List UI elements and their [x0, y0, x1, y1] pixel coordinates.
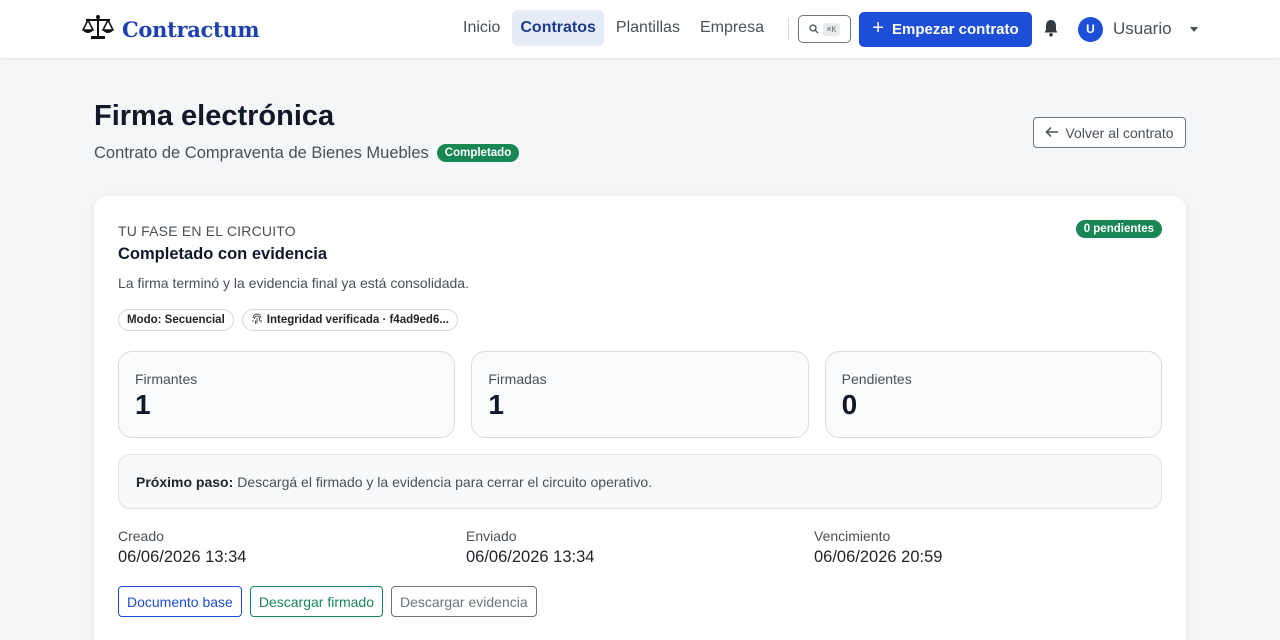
integrity-chip: Integridad verificada · f4ad9ed6... — [241, 309, 458, 331]
next-step-banner: Próximo paso: Descargá el firmado y la e… — [118, 454, 1162, 509]
stats-row: Firmantes 1 Firmadas 1 Pendientes 0 — [118, 351, 1162, 438]
stat-label: Firmadas — [488, 371, 547, 387]
back-label: Volver al contrato — [1065, 124, 1174, 141]
mode-chip: Modo: Secuencial — [118, 309, 234, 331]
stat-label: Pendientes — [841, 371, 912, 387]
start-contract-button[interactable]: + Empezar contrato — [859, 12, 1032, 47]
stat-value: 0 — [841, 389, 858, 420]
signature-card: TU FASE EN EL CIRCUITO 0 pendientes Comp… — [94, 196, 1186, 640]
nav-empresa[interactable]: Empresa — [692, 10, 772, 46]
search-button[interactable]: ⌘K — [798, 15, 851, 43]
pending-badge: 0 pendientes — [1075, 220, 1162, 238]
nav-inicio[interactable]: Inicio — [455, 10, 508, 46]
brand-name: Contractum — [122, 16, 260, 42]
back-to-contract-button[interactable]: Volver al contrato — [1033, 117, 1186, 148]
contract-name: Contrato de Compraventa de Bienes Mueble… — [94, 143, 429, 162]
page-title: Firma electrónica — [94, 100, 335, 132]
start-contract-label: Empezar contrato — [891, 21, 1019, 38]
date-value: 06/06/2026 13:34 — [466, 548, 595, 566]
phase-label: TU FASE EN EL CIRCUITO — [118, 223, 296, 239]
phase-title: Completado con evidencia — [118, 245, 328, 263]
info-chips: Modo: Secuencial Integridad verificada ·… — [118, 309, 458, 331]
nav-divider — [788, 18, 789, 40]
date-value: 06/06/2026 20:59 — [814, 548, 943, 566]
chevron-down-icon — [1189, 26, 1198, 32]
base-document-button[interactable]: Documento base — [118, 586, 242, 617]
mode-chip-label: Modo: Secuencial — [127, 314, 225, 326]
phase-description: La firma terminó y la evidencia final ya… — [118, 275, 469, 291]
plus-icon: + — [872, 17, 884, 39]
status-badge: Completado — [436, 144, 520, 162]
search-shortcut: ⌘K — [822, 22, 841, 36]
next-step-label: Próximo paso: — [136, 473, 234, 490]
nav-contratos[interactable]: Contratos — [512, 10, 604, 46]
date-sent: Enviado 06/06/2026 13:34 — [466, 528, 814, 572]
stat-value: 1 — [488, 389, 504, 420]
stat-label: Firmantes — [135, 371, 198, 387]
stat-value: 1 — [135, 389, 151, 420]
stat-signed: Firmadas 1 — [471, 351, 809, 438]
stat-pending: Pendientes 0 — [824, 351, 1162, 438]
scales-icon — [81, 14, 115, 45]
date-label: Vencimiento — [814, 528, 891, 544]
page-subtitle-row: Contrato de Compraventa de Bienes Mueble… — [94, 142, 520, 164]
date-expiry: Vencimiento 06/06/2026 20:59 — [814, 528, 1162, 572]
brand-logo[interactable]: Contractum — [81, 14, 260, 45]
date-label: Enviado — [466, 528, 517, 544]
arrow-left-icon — [1045, 125, 1059, 141]
bell-icon[interactable] — [1041, 18, 1061, 38]
date-label: Creado — [118, 528, 164, 544]
download-signed-button[interactable]: Descargar firmado — [249, 586, 383, 617]
nav-plantillas[interactable]: Plantillas — [608, 10, 688, 46]
search-icon — [809, 22, 819, 37]
dates-row: Creado 06/06/2026 13:34 Enviado 06/06/20… — [118, 528, 1162, 572]
user-name: Usuario — [1113, 19, 1172, 38]
avatar: U — [1078, 16, 1103, 42]
date-created: Creado 06/06/2026 13:34 — [118, 528, 466, 572]
navbar: Contractum Inicio Contratos Plantillas E… — [0, 0, 1280, 58]
user-menu[interactable]: U Usuario — [1078, 16, 1198, 42]
stat-signers: Firmantes 1 — [118, 351, 456, 438]
integrity-chip-label: Integridad verificada · f4ad9ed6... — [266, 314, 449, 326]
fingerprint-icon — [251, 312, 263, 328]
date-value: 06/06/2026 13:34 — [118, 548, 247, 566]
next-step-text: Descargá el firmado y la evidencia para … — [237, 473, 652, 490]
main-nav: Inicio Contratos Plantillas Empresa — [455, 10, 772, 46]
document-actions: Documento base Descargar firmado Descarg… — [118, 586, 537, 617]
download-evidence-button[interactable]: Descargar evidencia — [391, 586, 537, 617]
